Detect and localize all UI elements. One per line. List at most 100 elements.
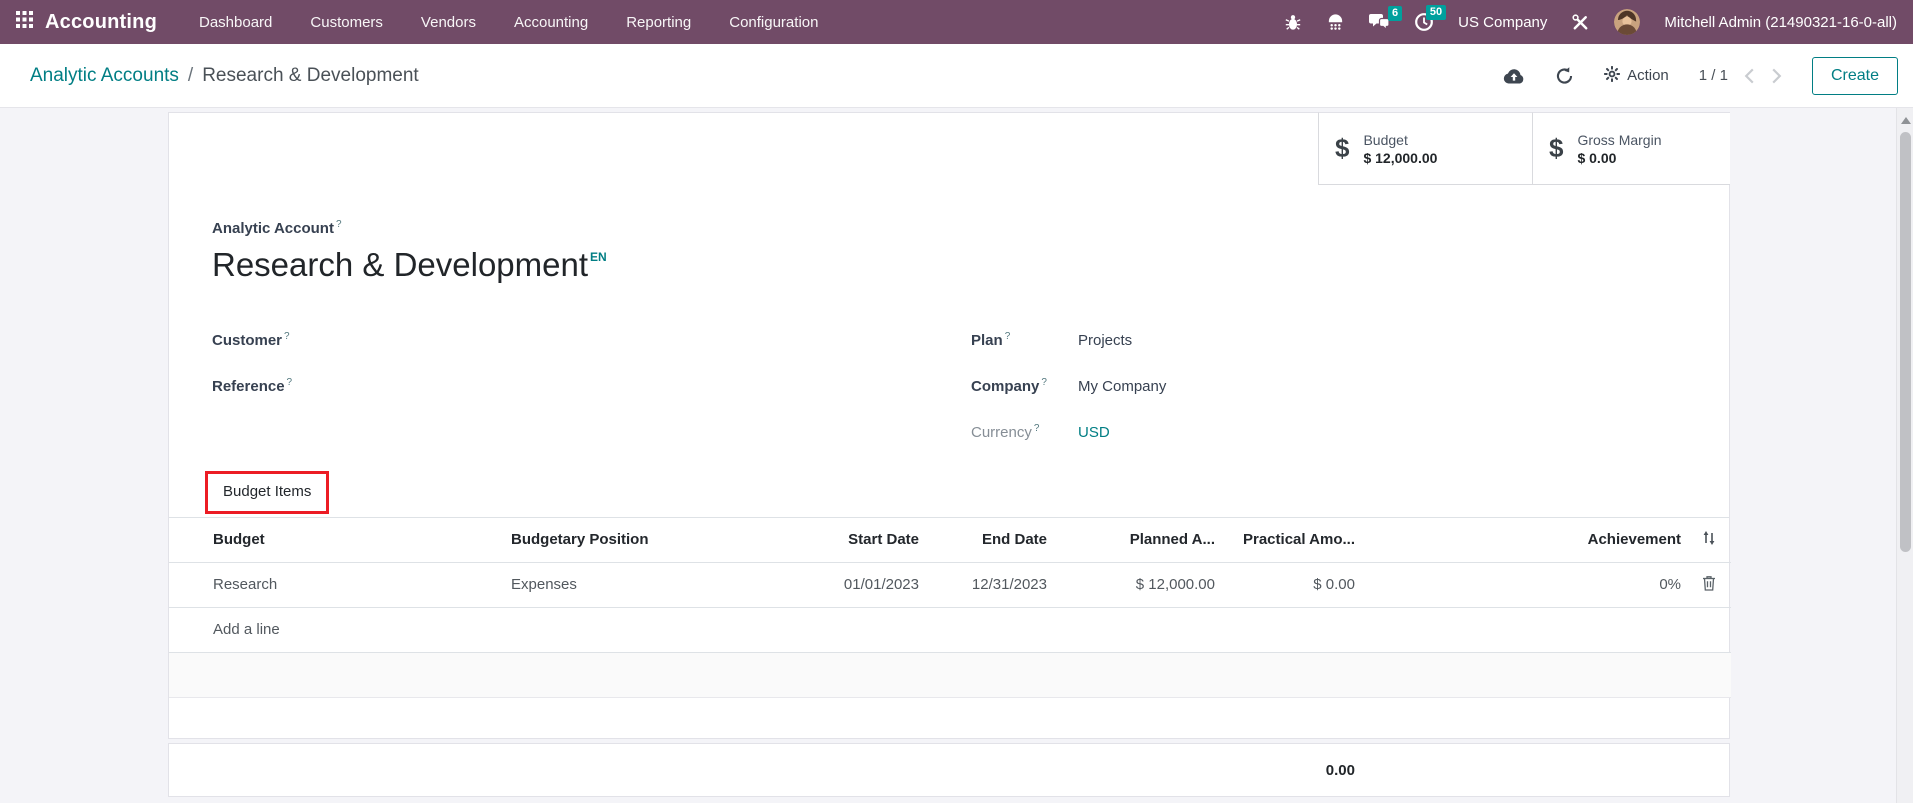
budget-stat-button[interactable]: $ Budget $ 12,000.00 <box>1318 112 1532 185</box>
help-marker: ? <box>336 219 342 230</box>
budget-line-row[interactable]: Research Expenses 01/01/2023 12/31/2023 … <box>169 562 1731 607</box>
help-marker: ? <box>1041 377 1047 388</box>
cell-budget[interactable]: Research <box>169 562 499 607</box>
col-practical-amount[interactable]: Practical Amo... <box>1227 518 1367 562</box>
avatar[interactable] <box>1614 9 1640 35</box>
dollar-icon: $ <box>1549 133 1563 164</box>
apps-menu-button[interactable]: Accounting <box>16 11 157 34</box>
customer-label: Customer? <box>212 331 290 349</box>
currency-value-link[interactable]: USD <box>1078 424 1110 441</box>
company-switcher[interactable]: US Company <box>1458 14 1547 31</box>
top-navbar: Accounting Dashboard Customers Vendors A… <box>0 0 1913 44</box>
company-value[interactable]: My Company <box>1078 378 1166 395</box>
trash-icon[interactable] <box>1686 562 1731 607</box>
plan-value[interactable]: Projects <box>1078 332 1132 349</box>
title-block: Analytic Account? Research & Development… <box>212 219 1729 285</box>
help-marker: ? <box>287 377 293 388</box>
menu-dashboard[interactable]: Dashboard <box>199 14 272 31</box>
fields-left-column: Customer? Reference? <box>212 317 971 455</box>
control-panel-buttons: Action 1 / 1 Create <box>1503 57 1898 95</box>
col-end-date[interactable]: End Date <box>931 518 1059 562</box>
add-line-row: Add a line <box>169 607 1731 652</box>
chevron-right-icon[interactable] <box>1771 67 1782 85</box>
store-icon[interactable] <box>1326 12 1345 32</box>
table-header-row: Budget Budgetary Position Start Date End… <box>169 518 1731 562</box>
col-budgetary-position[interactable]: Budgetary Position <box>499 518 749 562</box>
add-line-button[interactable]: Add a line <box>169 607 1731 652</box>
breadcrumb-parent-link[interactable]: Analytic Accounts <box>30 65 179 87</box>
help-marker: ? <box>1005 331 1011 342</box>
breadcrumb: Analytic Accounts / Research & Developme… <box>30 65 419 87</box>
breadcrumb-separator: / <box>188 65 193 87</box>
user-menu[interactable]: Mitchell Admin (21490321-16-0-all) <box>1664 14 1897 31</box>
bug-icon[interactable] <box>1284 12 1302 32</box>
control-panel: Analytic Accounts / Research & Developme… <box>0 44 1913 108</box>
create-button[interactable]: Create <box>1812 57 1898 95</box>
budget-stat-label: Budget <box>1363 132 1437 148</box>
scrollbar-thumb[interactable] <box>1900 132 1911 552</box>
practical-amount-total: 0.00 <box>169 762 1367 779</box>
list-totals-footer: 0.00 <box>168 743 1730 797</box>
action-menu-button[interactable]: Action <box>1604 66 1669 86</box>
annotation-box: Budget Items <box>205 471 329 514</box>
currency-label: Currency? <box>971 423 1078 441</box>
reference-label: Reference? <box>212 377 292 395</box>
menu-customers[interactable]: Customers <box>310 14 383 31</box>
content-area: $ Budget $ 12,000.00 $ Gross Margin $ 0.… <box>0 108 1913 803</box>
pager: 1 / 1 <box>1699 67 1782 85</box>
chevron-left-icon[interactable] <box>1744 67 1755 85</box>
form-fields: Customer? Reference? Plan? Projects Comp… <box>212 317 1729 455</box>
plan-label: Plan? <box>971 331 1078 349</box>
cell-achievement[interactable]: 0% <box>1367 562 1686 607</box>
vertical-scrollbar[interactable] <box>1896 108 1913 803</box>
col-budget[interactable]: Budget <box>169 518 499 562</box>
gross-margin-stat-button[interactable]: $ Gross Margin $ 0.00 <box>1532 112 1730 185</box>
systray: 6 50 US Company Mitchell Admin (21490321… <box>1284 9 1897 35</box>
gear-icon <box>1604 66 1620 86</box>
empty-row <box>169 652 1731 697</box>
tools-icon[interactable] <box>1571 13 1590 32</box>
cell-practical-amount[interactable]: $ 0.00 <box>1227 562 1367 607</box>
form-sheet: $ Budget $ 12,000.00 $ Gross Margin $ 0.… <box>168 112 1730 739</box>
help-marker: ? <box>284 331 290 342</box>
menu-configuration[interactable]: Configuration <box>729 14 818 31</box>
discard-icon[interactable] <box>1555 66 1574 85</box>
col-planned-amount[interactable]: Planned A... <box>1059 518 1227 562</box>
breadcrumb-current: Research & Development <box>202 65 419 87</box>
scroll-up-icon[interactable] <box>1901 117 1911 124</box>
language-badge[interactable]: EN <box>590 250 607 264</box>
budget-items-table: Budget Budgetary Position Start Date End… <box>169 518 1731 740</box>
main-menu: Dashboard Customers Vendors Accounting R… <box>199 14 818 31</box>
menu-reporting[interactable]: Reporting <box>626 14 691 31</box>
cell-planned-amount[interactable]: $ 12,000.00 <box>1059 562 1227 607</box>
messages-count-badge: 6 <box>1388 6 1402 21</box>
cell-end-date[interactable]: 12/31/2023 <box>931 562 1059 607</box>
analytic-account-name-field[interactable]: Research & DevelopmentEN <box>212 245 1729 285</box>
tab-budget-items[interactable]: Budget Items <box>223 483 311 500</box>
dollar-icon: $ <box>1335 133 1349 164</box>
company-label: Company? <box>971 377 1078 395</box>
activities-icon[interactable]: 50 <box>1414 12 1434 32</box>
analytic-account-label: Analytic Account? <box>212 219 1729 237</box>
fields-right-column: Plan? Projects Company? My Company Curre… <box>971 317 1166 455</box>
activities-count-badge: 50 <box>1426 5 1446 20</box>
menu-accounting[interactable]: Accounting <box>514 14 588 31</box>
gross-margin-stat-label: Gross Margin <box>1577 132 1661 148</box>
help-marker: ? <box>1034 423 1040 434</box>
empty-row <box>169 697 1731 740</box>
action-label: Action <box>1627 67 1669 84</box>
messages-icon[interactable]: 6 <box>1369 13 1390 32</box>
notebook-tabs: Budget Items <box>169 471 1729 518</box>
apps-grid-icon[interactable] <box>16 11 33 33</box>
menu-vendors[interactable]: Vendors <box>421 14 476 31</box>
col-start-date[interactable]: Start Date <box>749 518 931 562</box>
cell-start-date[interactable]: 01/01/2023 <box>749 562 931 607</box>
app-name[interactable]: Accounting <box>45 11 157 34</box>
gross-margin-stat-value: $ 0.00 <box>1577 150 1661 166</box>
cell-budgetary-position[interactable]: Expenses <box>499 562 749 607</box>
optional-columns-icon[interactable] <box>1686 518 1731 562</box>
odoo-accounting-app: Accounting Dashboard Customers Vendors A… <box>0 0 1913 803</box>
stat-button-box: $ Budget $ 12,000.00 $ Gross Margin $ 0.… <box>1318 112 1730 185</box>
col-achievement[interactable]: Achievement <box>1367 518 1686 562</box>
cloud-save-icon[interactable] <box>1503 68 1525 84</box>
